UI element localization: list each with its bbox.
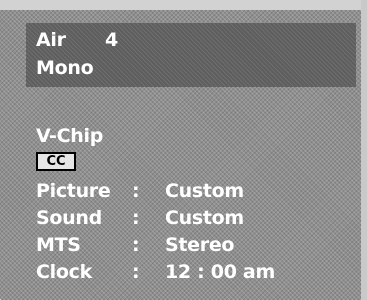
setting-label: Picture [36, 180, 111, 202]
setting-row-picture: Picture : Custom [36, 180, 356, 202]
cc-badge: CC [36, 152, 76, 171]
setting-row-clock: Clock : 12 : 00 am [36, 261, 356, 283]
setting-value: Custom [165, 180, 244, 202]
setting-separator: : [132, 261, 140, 283]
channel-number: 4 [105, 29, 118, 51]
vchip-label: V-Chip [36, 125, 103, 147]
setting-value: 12 : 00 am [165, 261, 275, 283]
setting-value: Custom [165, 207, 244, 229]
setting-separator: : [132, 234, 140, 256]
setting-label: Sound [36, 207, 102, 229]
audio-mode: Mono [36, 57, 94, 79]
setting-value: Stereo [165, 234, 235, 256]
setting-label: Clock [36, 261, 92, 283]
setting-label: MTS [36, 234, 81, 256]
right-border [361, 0, 367, 300]
setting-separator: : [132, 207, 140, 229]
channel-source: Air [36, 29, 66, 51]
tv-info-screen: Air 4 Mono V-Chip CC Picture : Custom So… [0, 0, 367, 300]
channel-info-box: Air 4 Mono [26, 23, 356, 87]
top-border [0, 0, 367, 10]
setting-separator: : [132, 180, 140, 202]
setting-row-mts: MTS : Stereo [36, 234, 356, 256]
setting-row-sound: Sound : Custom [36, 207, 356, 229]
